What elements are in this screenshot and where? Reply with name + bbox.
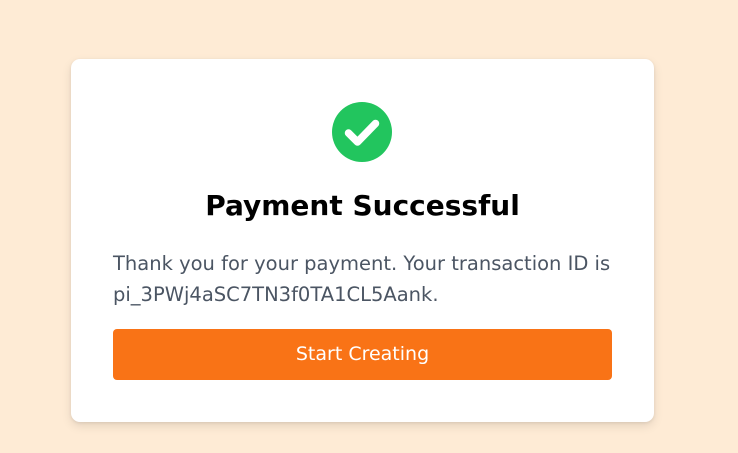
transaction-id: pi_3PWj4aSC7TN3f0TA1CL5Aank.: [113, 283, 439, 306]
message-line: Thank you for your payment. Your transac…: [113, 252, 611, 275]
confirmation-message: Thank you for your payment. Your transac…: [113, 248, 613, 310]
start-creating-button[interactable]: Start Creating: [113, 329, 612, 380]
payment-success-card: Payment Successful Thank you for your pa…: [71, 59, 654, 422]
page-title: Payment Successful: [205, 189, 520, 222]
check-circle-icon: [332, 102, 392, 162]
